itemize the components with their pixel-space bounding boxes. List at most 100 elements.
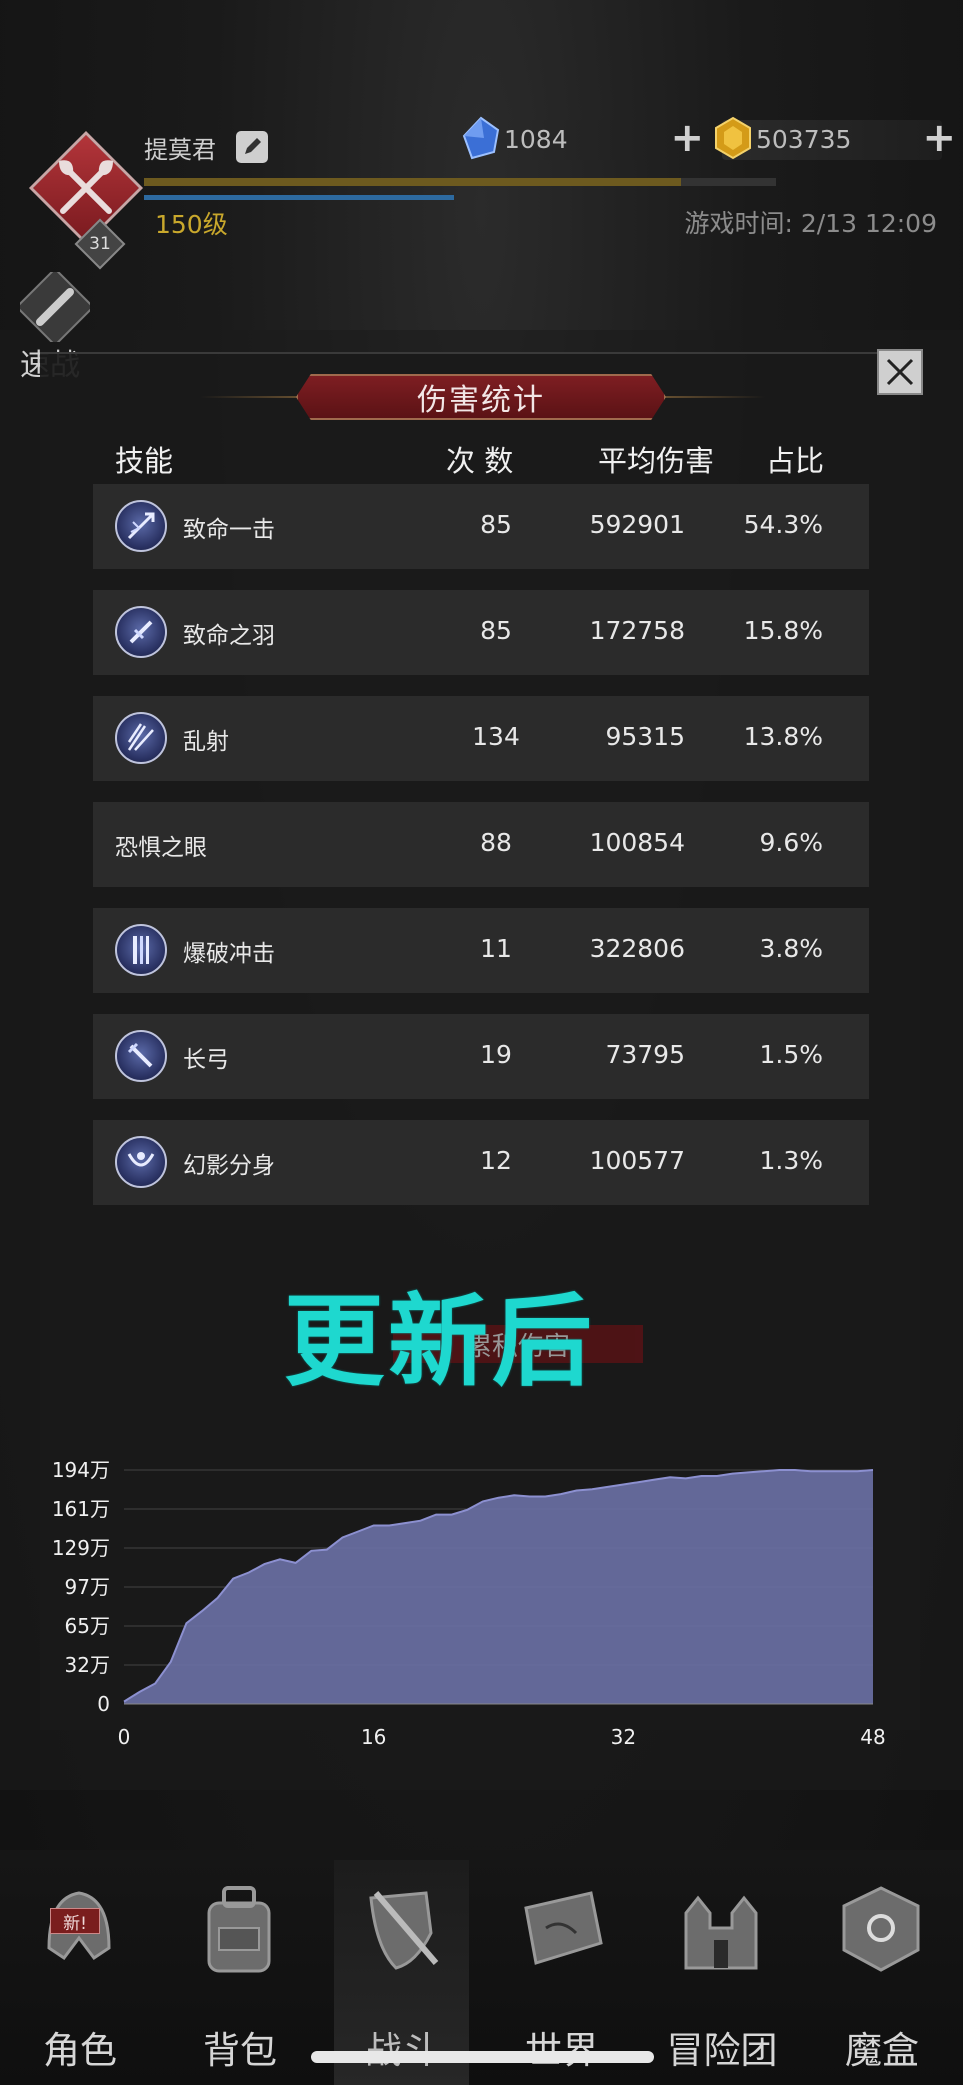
nav-label: 冒险团	[666, 2029, 778, 2072]
skill-name: 长弓	[183, 1047, 229, 1073]
gem-value: 1084	[504, 125, 568, 154]
close-button[interactable]	[877, 349, 923, 395]
table-row: 致命之羽 85 172758 15.8%	[93, 590, 869, 675]
y-tick-label: 194万	[52, 1458, 110, 1482]
skill-ratio: 13.8%	[743, 722, 823, 751]
nav-label: 背包	[203, 2029, 277, 2072]
skill-count: 12	[480, 1146, 512, 1175]
add-gold-button[interactable]: +	[922, 116, 956, 160]
nav-label: 世界	[482, 2020, 642, 2074]
blast-impact-icon	[115, 924, 167, 976]
skill-avg-damage: 100854	[589, 828, 685, 857]
game-time: 游戏时间: 2/13 12:09	[684, 209, 937, 238]
skill-avg-damage: 172758	[589, 616, 685, 645]
skill-name: 乱射	[183, 729, 229, 755]
nav-item-backpack[interactable]: 背包	[160, 1870, 320, 2072]
column-header-avg-damage: 平均伤害	[598, 444, 715, 478]
damage-area	[124, 1470, 873, 1704]
skill-avg-damage: 73795	[605, 1040, 685, 1069]
title-ornament-left	[200, 396, 310, 398]
avatar-level-badge: 31	[89, 234, 111, 254]
y-tick-label: 129万	[52, 1536, 110, 1560]
title-banner: 伤害统计	[296, 374, 666, 420]
skill-avg-damage: 592901	[589, 510, 685, 539]
close-icon	[886, 358, 914, 386]
y-tick-label: 0	[97, 1692, 110, 1716]
skill-ratio: 1.5%	[759, 1040, 823, 1069]
skill-ratio: 15.8%	[743, 616, 823, 645]
skill-count: 85	[480, 616, 512, 645]
skill-name: 恐惧之眼	[115, 835, 207, 861]
gold-value: 503735	[756, 125, 852, 154]
deadly-feather-icon	[115, 606, 167, 658]
nav-item-adventure-team[interactable]: 冒险团	[642, 1870, 802, 2072]
add-gem-button[interactable]: +	[670, 116, 704, 160]
blue-gem-icon	[460, 116, 502, 160]
edit-name-icon[interactable]	[236, 131, 268, 163]
experience-bar	[144, 178, 776, 186]
nav-item-world[interactable]: 世界	[482, 1870, 642, 2072]
modal-title: 伤害统计	[417, 383, 545, 418]
nav-label: 角色	[43, 2029, 117, 2072]
nav-item-character[interactable]: 角色	[0, 1870, 160, 2072]
phantom-clone-icon	[115, 1136, 167, 1188]
home-indicator[interactable]	[311, 2051, 654, 2063]
skill-name: 爆破冲击	[183, 941, 275, 967]
longbow-icon	[115, 1030, 167, 1082]
y-tick-label: 32万	[65, 1653, 110, 1677]
player-level: 150级	[155, 210, 228, 239]
column-header-ratio: 占比	[766, 444, 825, 478]
skill-ratio: 3.8%	[759, 934, 823, 963]
table-row: 乱射 134 95315 13.8%	[93, 696, 869, 781]
y-tick-label: 97万	[65, 1575, 110, 1599]
x-tick-label: 0	[118, 1725, 131, 1749]
experience-bar-fill	[144, 178, 682, 186]
skill-ratio: 9.6%	[759, 828, 823, 857]
gem-resource: 1084 +	[462, 116, 704, 160]
skill-count: 85	[480, 510, 512, 539]
y-tick-label: 65万	[65, 1614, 110, 1638]
sword-shield-icon	[356, 1878, 446, 1978]
player-name: 提莫君	[144, 136, 216, 164]
critical-strike-icon	[115, 500, 167, 552]
overlay-caption: 更新后	[284, 1283, 596, 1400]
new-badge: 新!	[50, 1908, 100, 1934]
column-header-skill: 技能	[115, 444, 174, 478]
skill-name: 致命之羽	[183, 623, 275, 649]
nav-label: 战斗	[322, 2020, 482, 2074]
table-row: 恐惧之眼 88 100854 9.6%	[93, 802, 869, 887]
quick-fight-icon[interactable]	[15, 267, 95, 347]
table-row: 长弓 19 73795 1.5%	[93, 1014, 869, 1099]
skill-name: 致命一击	[183, 517, 275, 543]
skill-count: 11	[480, 934, 512, 963]
table-row: 幻影分身 12 100577 1.3%	[93, 1120, 869, 1205]
x-tick-label: 32	[611, 1725, 636, 1749]
x-tick-label: 48	[860, 1725, 885, 1749]
skill-avg-damage: 100577	[589, 1146, 685, 1175]
x-tick-label: 16	[361, 1725, 386, 1749]
title-ornament-right	[655, 396, 765, 398]
scatter-shot-icon	[115, 712, 167, 764]
cumulative-damage-chart: 0 32万 65万 97万 129万 161万 194万 0 16 32 48	[52, 1458, 886, 1749]
table-row: 致命一击 85 592901 54.3%	[93, 484, 869, 569]
magic-cube-icon	[836, 1878, 926, 1978]
nav-label: 魔盒	[845, 2029, 919, 2072]
table-row: 爆破冲击 11 322806 3.8%	[93, 908, 869, 993]
skill-ratio: 54.3%	[743, 510, 823, 539]
gold-coin-icon	[712, 116, 754, 160]
skill-name: 幻影分身	[183, 1153, 275, 1179]
skill-avg-damage: 95315	[605, 722, 685, 751]
gold-resource: 503735 +	[715, 116, 956, 160]
backpack-icon	[194, 1878, 284, 1978]
skill-count: 134	[472, 722, 520, 751]
skill-avg-damage: 322806	[589, 934, 685, 963]
castle-icon	[676, 1878, 766, 1978]
nav-item-magic-box[interactable]: 魔盒	[802, 1870, 962, 2072]
column-header-count: 次 数	[446, 444, 514, 478]
y-tick-label: 161万	[52, 1497, 110, 1521]
nav-item-battle[interactable]: 战斗	[322, 1870, 482, 2072]
scroll-map-icon	[516, 1878, 606, 1978]
energy-bar	[144, 195, 454, 200]
skill-ratio: 1.3%	[759, 1146, 823, 1175]
skill-count: 88	[480, 828, 512, 857]
